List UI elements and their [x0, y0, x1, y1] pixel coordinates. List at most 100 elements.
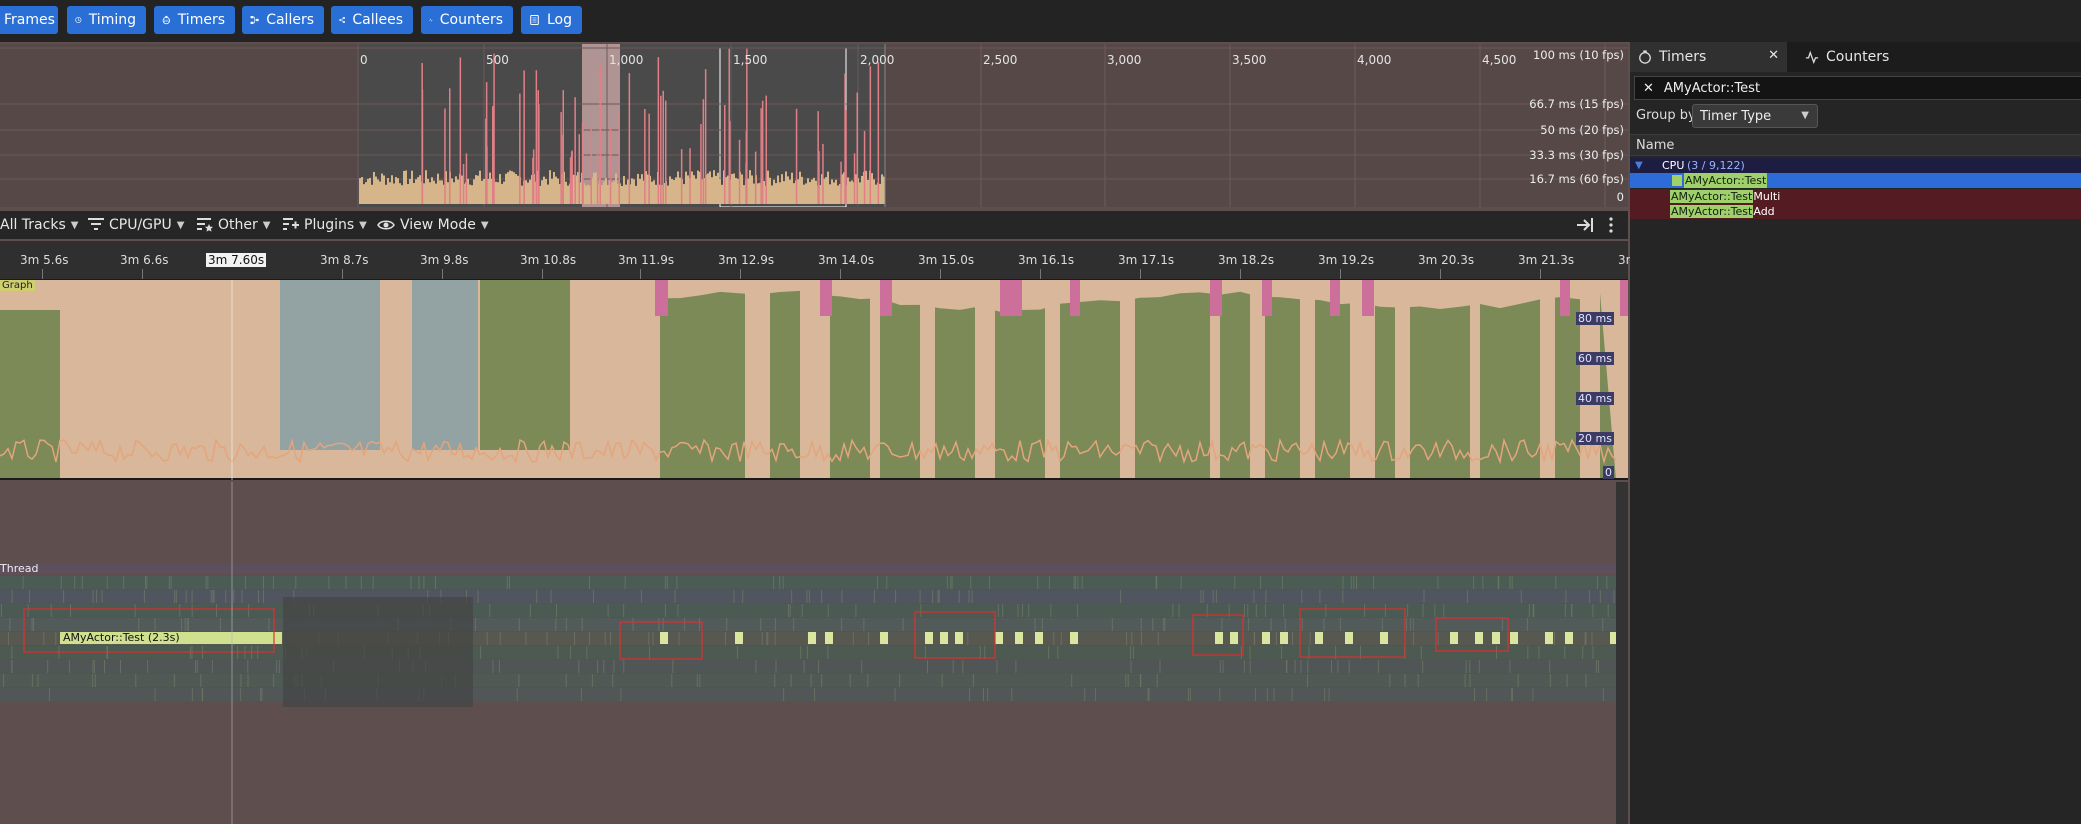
track-tick [1254, 688, 1256, 701]
more-options-icon[interactable] [1608, 217, 1614, 233]
close-icon[interactable]: ✕ [1768, 48, 1779, 63]
track-tick [894, 688, 896, 701]
graph-peak [880, 280, 892, 316]
frame-spike [754, 151, 757, 204]
track-tick [1356, 576, 1357, 589]
frames-button[interactable]: Frames [0, 6, 58, 34]
other-menu[interactable]: Other ▼ [197, 217, 270, 233]
track-tick [624, 576, 626, 589]
graph-peak [1010, 280, 1022, 316]
timers-button[interactable]: 100 Timers [154, 6, 235, 34]
frame-bar [691, 171, 693, 204]
track-tick [248, 604, 250, 617]
frame-bar [787, 176, 789, 204]
track-tick [1307, 674, 1308, 687]
graph-peak [1362, 280, 1374, 316]
column-header-name[interactable]: Name [1630, 134, 2081, 156]
tb-label: Log [546, 12, 572, 28]
graph-ms-label: 60 ms [1576, 352, 1614, 365]
tracks-scrollbar[interactable] [1616, 482, 1628, 824]
timing-view-toolbar: All Tracks ▼ CPU/GPU ▼ Other ▼ Plugins ▼… [0, 211, 1628, 239]
track-tick [37, 674, 39, 687]
track-tick [1189, 688, 1191, 701]
frame-spike [745, 162, 747, 204]
timer-search-input[interactable]: ✕ AMyActor::Test [1634, 76, 2081, 100]
track-tick [516, 688, 518, 701]
tree-item-timer[interactable]: AMyActor::TestMulti [1630, 189, 2081, 204]
frame-bar [437, 173, 439, 204]
frame-tick: 500 [486, 53, 509, 67]
frame-bar [461, 175, 463, 204]
track-tick [1599, 590, 1601, 603]
time-ruler[interactable]: 3m 5.6s 3m 6.6s 3m 8.7s 3m 9.8s 3m 10.8s 3m 1… [0, 241, 1641, 280]
counters-button[interactable]: Counters [421, 6, 513, 34]
frame-bar [625, 184, 627, 204]
frame-bar [809, 181, 811, 204]
track-tick [979, 646, 981, 659]
timing-event-small [1380, 632, 1388, 644]
track-tick [1180, 576, 1182, 589]
timing-tracks[interactable]: Thread AMyActor::Test (2.3s) [0, 482, 1616, 824]
plugins-menu[interactable]: Plugins ▼ [283, 217, 367, 233]
track-tick [1602, 618, 1604, 631]
tab-counters-label: Counters [1826, 49, 1890, 65]
frame-bar [361, 177, 363, 204]
tree-item-timer[interactable]: AMyActor::Test [1630, 173, 2081, 188]
callers-button[interactable]: Callers [242, 6, 324, 34]
graph-track[interactable]: Graph 80 ms 60 ms 40 ms 20 ms 0 [0, 280, 1628, 480]
track-tick [623, 660, 625, 673]
track-tick [170, 576, 172, 589]
frame-tick: 3,500 [1232, 53, 1267, 67]
frame-bar [365, 182, 367, 204]
tab-timers[interactable]: Timers ✕ [1630, 42, 1787, 72]
track-tick [849, 674, 851, 687]
track-tick [924, 646, 926, 659]
track-tick [1164, 618, 1166, 631]
tab-counters[interactable]: Counters [1797, 42, 1889, 72]
jump-to-end-icon[interactable] [1576, 217, 1594, 233]
frame-spike [822, 143, 824, 204]
track-tick [1270, 618, 1272, 631]
track-tick [101, 590, 103, 603]
track-tick [48, 688, 50, 701]
track-tick [1478, 660, 1480, 673]
graph-column [745, 280, 770, 480]
track-tick [983, 688, 984, 701]
tree-item-timer[interactable]: AMyActor::TestAdd [1630, 204, 2081, 219]
tree-group-cpu[interactable]: ▼ CPU (3 / 9,122) [1630, 158, 2081, 173]
track-tick [1301, 618, 1303, 631]
track-tick [589, 576, 590, 589]
track-tick [1281, 576, 1283, 589]
track-tick [1219, 660, 1221, 673]
group-by-select[interactable]: Timer Type ▼ [1692, 104, 1818, 128]
track-tick [1584, 632, 1586, 645]
log-button[interactable]: Log [521, 6, 582, 34]
track-tick [1307, 660, 1309, 673]
graph-column [1300, 280, 1315, 480]
track-tick [818, 660, 820, 673]
frame-bar [501, 183, 503, 204]
track-tick [1342, 590, 1344, 603]
ruler-tick-line [342, 269, 343, 279]
timing-event-small [1345, 632, 1353, 644]
callees-button[interactable]: Callees [331, 6, 413, 34]
frame-bar [757, 183, 759, 204]
view-mode-menu[interactable]: View Mode ▼ [377, 217, 489, 233]
track-tick [790, 674, 792, 687]
frame-bar [473, 179, 475, 204]
track-tick [1527, 646, 1529, 659]
timers-icon [1639, 50, 1651, 64]
frame-bar [419, 175, 421, 204]
expand-triangle-icon[interactable]: ▼ [1635, 158, 1643, 173]
timing-event-label[interactable]: AMyActor::Test (2.3s) [63, 631, 180, 644]
cpu-gpu-menu[interactable]: CPU/GPU ▼ [88, 217, 184, 233]
track-tick [11, 646, 13, 659]
timing-button[interactable]: Timing [67, 6, 146, 34]
view-mode-label: View Mode [400, 217, 476, 233]
track-tick [1528, 604, 1530, 617]
frames-panel[interactable]: 0 500 1,000 1,500 2,000 2,500 3,000 3,50… [0, 44, 1628, 207]
track-tick [1520, 590, 1522, 603]
track-tick [1465, 660, 1467, 673]
clear-search-icon[interactable]: ✕ [1643, 81, 1654, 96]
all-tracks-menu[interactable]: All Tracks ▼ [0, 217, 78, 233]
